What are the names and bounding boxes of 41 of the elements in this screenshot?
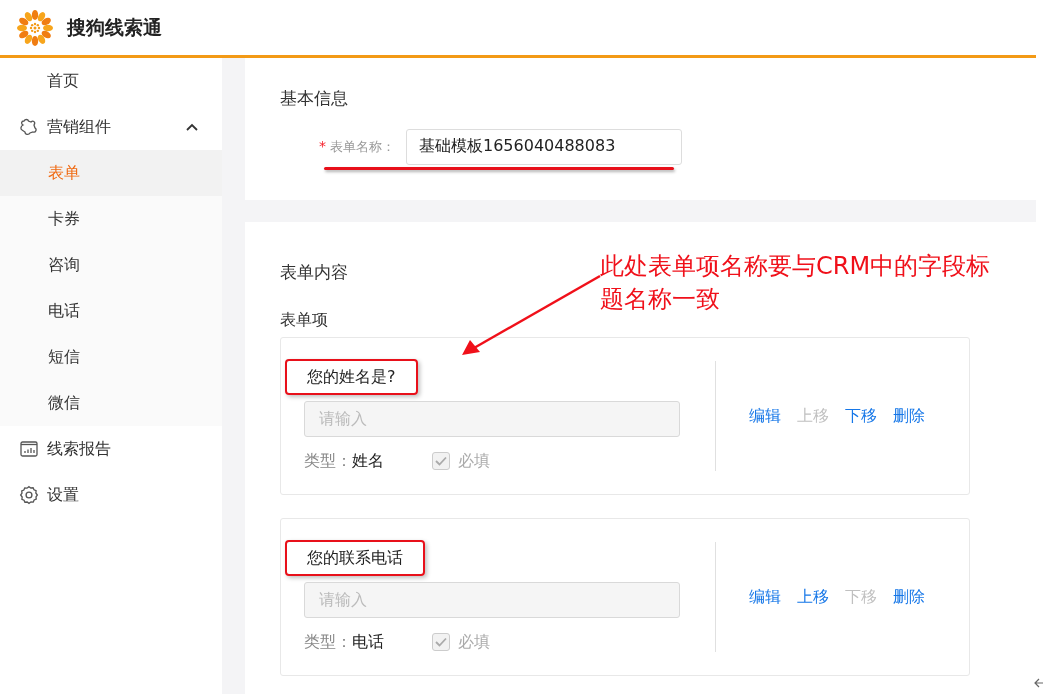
sidebar-item[interactable]: 营销组件 xyxy=(0,104,222,150)
type-value: 电话 xyxy=(352,630,385,653)
sidebar-item[interactable]: 线索报告 xyxy=(0,426,222,472)
action-link[interactable]: 删除 xyxy=(893,403,925,428)
submenu-item[interactable]: 咨询 xyxy=(0,242,222,288)
checkbox[interactable] xyxy=(432,451,450,470)
bar-chart-icon xyxy=(19,439,39,459)
required-label: 必填 xyxy=(458,630,490,653)
type-label: 类型： xyxy=(304,449,352,472)
action-link[interactable]: 删除 xyxy=(893,584,925,609)
settings-icon xyxy=(19,485,39,505)
sidebar-item[interactable]: 设置 xyxy=(0,472,222,518)
action-link[interactable]: 编辑 xyxy=(749,584,781,609)
puzzle-icon xyxy=(19,117,39,137)
required-mark: * xyxy=(319,137,326,156)
caret-icon xyxy=(186,123,198,131)
submenu-item[interactable]: 卡券 xyxy=(0,196,222,242)
sidebar-item[interactable]: 首页 xyxy=(0,58,222,104)
action-link[interactable]: 编辑 xyxy=(749,403,781,428)
check-icon xyxy=(435,455,447,466)
back-arrow-icon xyxy=(1034,678,1044,688)
check-icon xyxy=(435,636,447,647)
annotation-text: 此处表单项名称要与CRM中的字段标题名称一致 xyxy=(600,251,992,315)
submenu-item[interactable]: 微信 xyxy=(0,380,222,426)
item-label: 您的联系电话 xyxy=(307,546,403,569)
submenu-item[interactable]: 短信 xyxy=(0,334,222,380)
items-label: 表单项 xyxy=(280,308,328,331)
section-title: 表单内容 xyxy=(280,261,348,284)
input-field[interactable]: 基础模板1656040488083 xyxy=(406,128,682,165)
submenu-item[interactable]: 电话 xyxy=(0,288,222,334)
action-link[interactable]: 下移 xyxy=(845,403,877,428)
app-title: 搜狗线索通 xyxy=(67,15,162,41)
section-title: 基本信息 xyxy=(280,87,348,110)
type-label: 类型： xyxy=(304,630,352,653)
item-label: 您的姓名是? xyxy=(307,365,396,388)
sunflower-logo-icon xyxy=(17,9,53,46)
action-link[interactable]: 上移 xyxy=(797,584,829,609)
checkbox[interactable] xyxy=(432,632,450,651)
required-label: 必填 xyxy=(458,449,490,472)
type-value: 姓名 xyxy=(352,449,385,472)
field-label: 表单名称： xyxy=(330,137,396,156)
